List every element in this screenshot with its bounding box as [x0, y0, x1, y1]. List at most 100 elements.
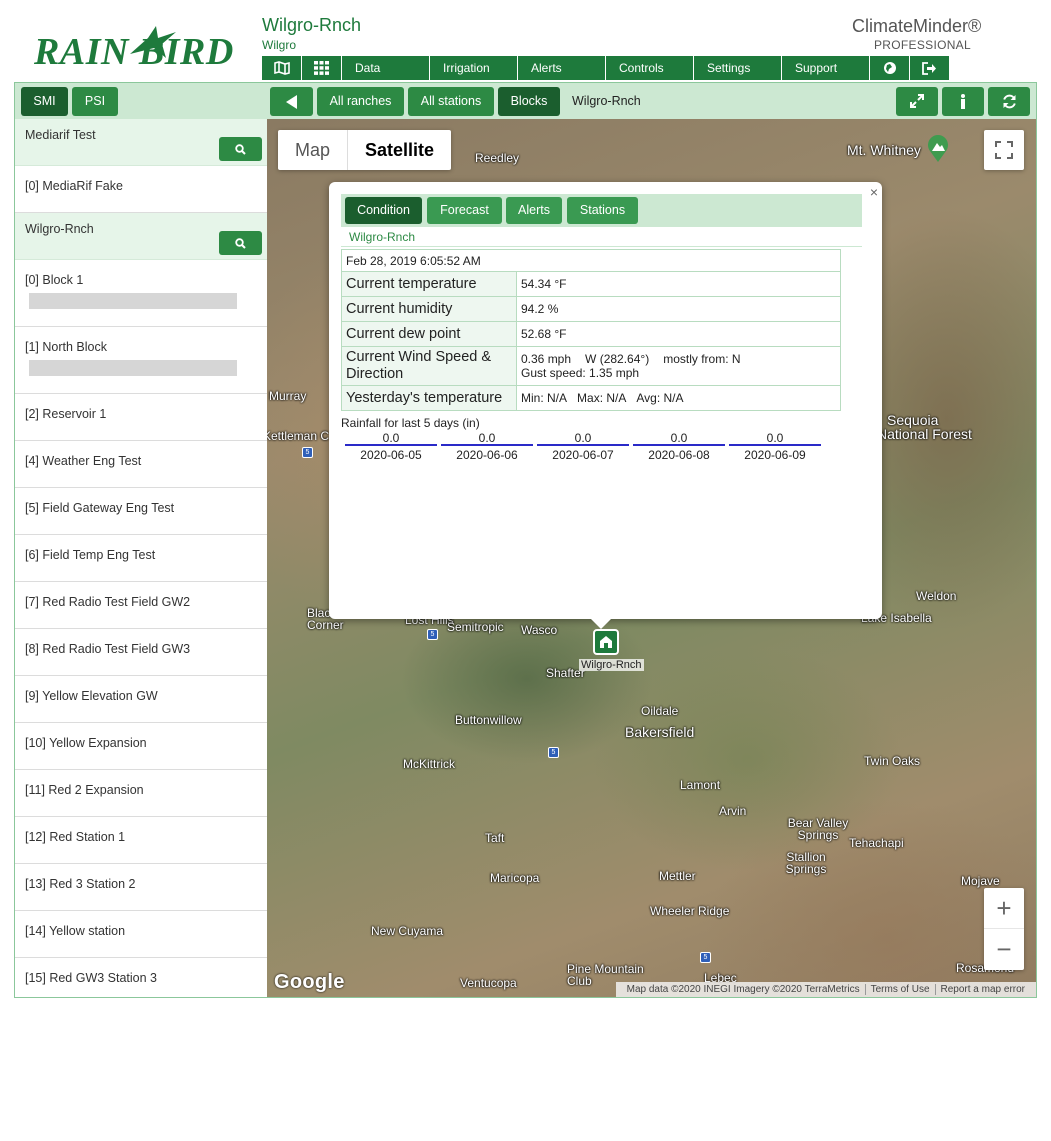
yesterday-temp-value: Min: N/A Max: N/A Avg: N/A — [516, 385, 841, 411]
fullscreen-icon — [995, 141, 1013, 159]
list-item[interactable]: [15] Red GW3 Station 3 — [15, 958, 267, 997]
rainfall-date: 2020-06-09 — [744, 448, 806, 462]
rainfall-value: 0.0 — [574, 431, 592, 445]
globe-icon — [883, 62, 896, 74]
group-search-button[interactable] — [219, 231, 262, 255]
blocks-button[interactable]: Blocks — [498, 87, 560, 116]
map-place-label: Ventucopa — [460, 976, 517, 990]
nav-settings[interactable]: Settings — [694, 56, 782, 80]
station-label: [11] Red 2 Expansion — [25, 783, 144, 797]
rainfall-value: 0.0 — [478, 431, 496, 445]
table-row: Yesterday's temperature Min: N/A Max: N/… — [341, 385, 841, 411]
list-item[interactable]: [13] Red 3 Station 2 — [15, 864, 267, 911]
list-item[interactable]: [7] Red Radio Test Field GW2 — [15, 582, 267, 629]
nav-data[interactable]: Data — [342, 56, 430, 80]
nav-controls[interactable]: Controls — [606, 56, 694, 80]
nav-map-button[interactable] — [262, 56, 302, 80]
all-ranches-button[interactable]: All ranches — [317, 87, 404, 116]
back-button[interactable] — [270, 87, 313, 116]
current-ranch-label: Wilgro-Rnch — [572, 94, 641, 108]
station-label: [7] Red Radio Test Field GW2 — [25, 595, 191, 609]
map-type-satellite-button[interactable]: Satellite — [347, 130, 451, 170]
map-place-label: Buttonwillow — [455, 713, 522, 727]
rain-bird-logo[interactable]: RAIN BIRD — [34, 24, 246, 73]
list-item[interactable]: [1] North Block — [15, 327, 267, 394]
nav-support[interactable]: Support — [782, 56, 870, 80]
rainfall-day: 0.0 2020-06-05 — [343, 431, 439, 462]
fullscreen-button[interactable] — [984, 130, 1024, 170]
tab-alerts[interactable]: Alerts — [506, 197, 562, 224]
wind-direction: W (282.64°) — [585, 352, 650, 366]
nav-language-button[interactable] — [870, 56, 910, 80]
nav-irrigation[interactable]: Irrigation — [430, 56, 518, 80]
map-place-label: Wheeler Ridge — [650, 904, 730, 918]
zoom-out-button[interactable]: − — [984, 929, 1024, 970]
list-item[interactable]: [9] Yellow Elevation GW — [15, 676, 267, 723]
list-item[interactable]: [4] Weather Eng Test — [15, 441, 267, 488]
ranch-marker[interactable]: Wilgro-Rnch — [579, 629, 644, 671]
list-item[interactable]: [0] MediaRif Fake — [15, 166, 267, 213]
map-place-label: Tehachapi — [849, 836, 904, 850]
station-label: [0] MediaRif Fake — [25, 179, 123, 193]
nav-grid-button[interactable] — [302, 56, 342, 80]
tab-condition[interactable]: Condition — [345, 197, 422, 224]
highway-shield-icon: 5 — [302, 447, 313, 458]
rainfall-date: 2020-06-05 — [360, 448, 422, 462]
psi-button[interactable]: PSI — [72, 87, 118, 116]
station-label: [2] Reservoir 1 — [25, 407, 107, 421]
refresh-button[interactable] — [988, 87, 1030, 116]
list-item[interactable]: [5] Field Gateway Eng Test — [15, 488, 267, 535]
list-item[interactable]: [8] Red Radio Test Field GW3 — [15, 629, 267, 676]
tab-stations[interactable]: Stations — [567, 197, 638, 224]
bird-icon — [130, 26, 176, 58]
expand-button[interactable] — [896, 87, 938, 116]
zoom-control: + − — [984, 888, 1024, 970]
rainfall-date: 2020-06-08 — [648, 448, 710, 462]
smi-button[interactable]: SMI — [21, 87, 68, 116]
list-item[interactable]: [14] Yellow station — [15, 911, 267, 958]
station-label: [5] Field Gateway Eng Test — [25, 501, 175, 515]
tab-forecast[interactable]: Forecast — [427, 197, 502, 224]
station-sidebar[interactable]: Mediarif Test [0] MediaRif Fake Wilgro-R… — [15, 119, 267, 997]
popup-tail — [591, 619, 611, 629]
rainfall-value: 0.0 — [766, 431, 784, 445]
list-item[interactable]: [10] Yellow Expansion — [15, 723, 267, 770]
list-item[interactable]: [12] Red Station 1 — [15, 817, 267, 864]
nav-logout-button[interactable] — [910, 56, 950, 80]
list-item[interactable]: [2] Reservoir 1 — [15, 394, 267, 441]
list-item[interactable]: [0] Block 1 — [15, 260, 267, 327]
reading-timestamp: Feb 28, 2019 6:05:52 AM — [341, 249, 841, 272]
map-place-label: Reedley — [475, 151, 520, 165]
map-place-label: Bakersfield — [625, 724, 695, 740]
dew-point-value: 52.68 °F — [516, 321, 841, 347]
toolbar: SMI PSI All ranches All stations Blocks … — [15, 83, 1036, 119]
group-search-button[interactable] — [219, 137, 262, 161]
map-place-label: Semitropic — [447, 620, 504, 634]
rainfall-date: 2020-06-07 — [552, 448, 614, 462]
zoom-in-button[interactable]: + — [984, 888, 1024, 929]
map-place-label: Maricopa — [490, 871, 540, 885]
header: RAIN BIRD Wilgro-Rnch Wilgro ClimateMind… — [0, 0, 1051, 82]
table-row: Current temperature 54.34 °F — [341, 271, 841, 297]
group-header: Wilgro-Rnch — [15, 213, 267, 260]
wind-value: 0.36 mph W (282.64°) mostly from: N Gust s… — [516, 346, 841, 386]
marker-label: Wilgro-Rnch — [579, 659, 644, 671]
rainfall-day: 0.0 2020-06-09 — [727, 431, 823, 462]
list-item[interactable]: [11] Red 2 Expansion — [15, 770, 267, 817]
info-button[interactable] — [942, 87, 984, 116]
list-item[interactable]: [6] Field Temp Eng Test — [15, 535, 267, 582]
nav-alerts[interactable]: Alerts — [518, 56, 606, 80]
terms-link[interactable]: Terms of Use — [864, 984, 935, 995]
table-row: Current Wind Speed & Direction 0.36 mph W… — [341, 346, 841, 386]
all-stations-button[interactable]: All stations — [408, 87, 494, 116]
humidity-value: 94.2 % — [516, 296, 841, 322]
wind-label: Current Wind Speed & Direction — [341, 346, 517, 386]
satellite-map[interactable]: Reedley Mt. Whitney Murray Kettleman C S… — [267, 119, 1036, 997]
group-header: Mediarif Test — [15, 119, 267, 166]
table-row: Feb 28, 2019 6:05:52 AM — [341, 249, 841, 272]
report-error-link[interactable]: Report a map error — [934, 984, 1030, 995]
map-place-label: McKittrick — [403, 757, 455, 771]
temperature-value: 54.34 °F — [516, 271, 841, 297]
close-button[interactable]: × — [870, 184, 878, 200]
map-type-map-button[interactable]: Map — [278, 130, 347, 170]
